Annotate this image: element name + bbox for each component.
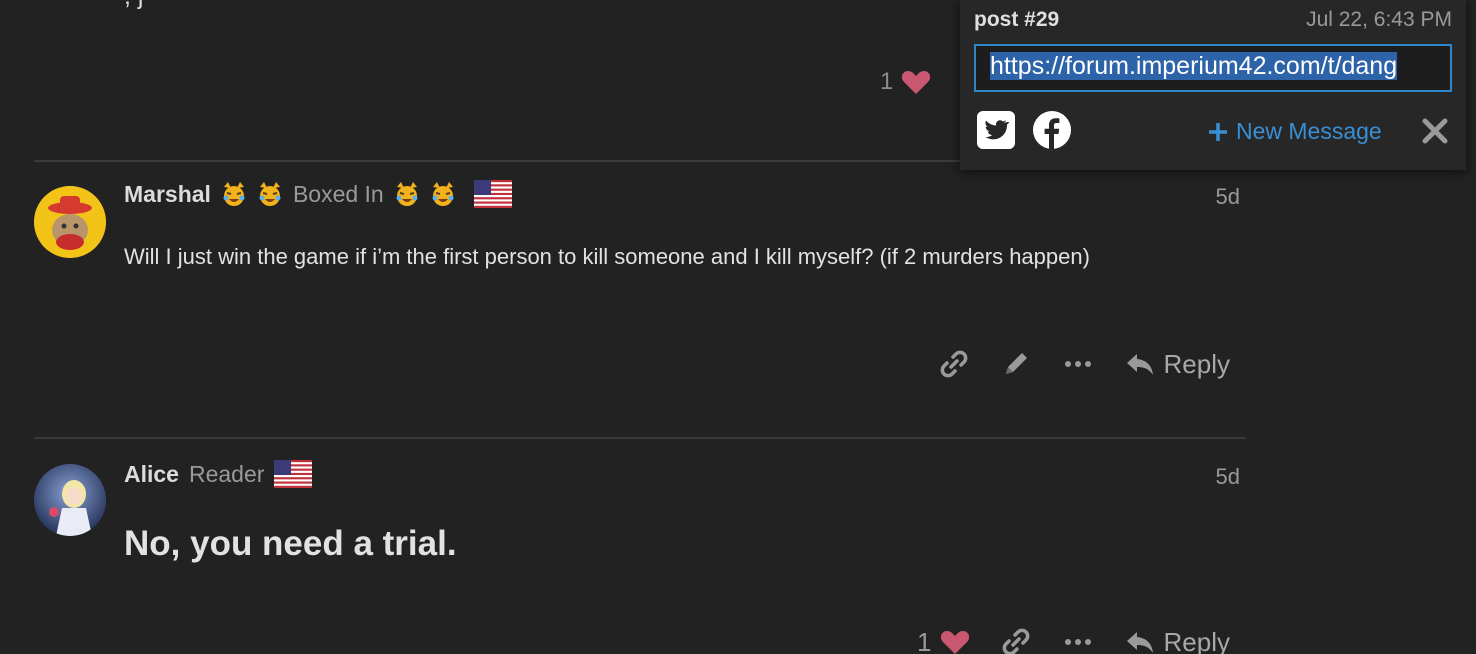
reply-label: Reply bbox=[1163, 626, 1230, 654]
like-count: 1 bbox=[880, 68, 894, 95]
new-message-button[interactable]: New Message bbox=[1208, 118, 1382, 145]
share-popup-title: post #29 bbox=[974, 8, 1060, 31]
username[interactable]: Alice bbox=[124, 461, 179, 488]
laughing-cat-emoji-icon bbox=[396, 182, 418, 206]
avatar[interactable] bbox=[34, 186, 106, 258]
cat-cowboy-avatar-image bbox=[34, 186, 106, 258]
pencil-edit-icon[interactable] bbox=[1000, 348, 1032, 380]
reply-arrow-icon bbox=[1126, 354, 1153, 375]
heart-icon bbox=[940, 631, 969, 654]
post-meta: Marshal Boxed In bbox=[124, 180, 512, 208]
share-url-input[interactable]: https://forum.imperium42.com/t/dang bbox=[974, 44, 1452, 92]
anime-character-avatar-image bbox=[34, 464, 106, 536]
post-actions: Reply bbox=[938, 348, 1230, 380]
more-options-icon[interactable] bbox=[1062, 348, 1094, 380]
post-date[interactable]: 5d bbox=[1216, 184, 1240, 210]
us-flag-icon bbox=[473, 180, 512, 208]
plus-icon bbox=[1209, 122, 1227, 141]
post-alice: Alice Reader 5d No, you need a trial. 1 bbox=[34, 456, 1246, 654]
twitter-icon[interactable] bbox=[976, 110, 1016, 150]
us-flag-icon bbox=[274, 460, 313, 488]
link-icon[interactable] bbox=[938, 348, 970, 380]
post-marshal: Marshal Boxed In 5d Will I just win the … bbox=[34, 176, 1246, 436]
link-icon[interactable] bbox=[1000, 626, 1032, 654]
share-url-text: https://forum.imperium42.com/t/dang bbox=[990, 52, 1398, 80]
forum-page: , j 1 Marshal bbox=[0, 0, 1476, 654]
post-meta: Alice Reader bbox=[124, 460, 313, 488]
facebook-icon[interactable] bbox=[1032, 110, 1072, 150]
new-message-label: New Message bbox=[1236, 118, 1382, 144]
like-button[interactable]: 1 bbox=[917, 627, 969, 654]
post-body: Will I just win the game if i’m the firs… bbox=[124, 244, 1090, 269]
post-divider bbox=[34, 437, 1246, 439]
close-icon[interactable] bbox=[1420, 116, 1450, 146]
like-count: 1 bbox=[917, 626, 932, 654]
laughing-cat-emoji-icon bbox=[223, 182, 245, 206]
reply-button[interactable]: Reply bbox=[1124, 348, 1230, 380]
avatar[interactable] bbox=[34, 464, 106, 536]
previous-post-like-button[interactable]: 1 bbox=[880, 68, 931, 96]
reply-arrow-icon bbox=[1126, 632, 1153, 653]
previous-post-text: , j bbox=[124, 0, 143, 11]
post-date[interactable]: 5d bbox=[1216, 464, 1240, 490]
reply-button[interactable]: Reply bbox=[1124, 626, 1230, 654]
share-social-buttons bbox=[976, 110, 1072, 150]
laughing-cat-emoji-icon bbox=[432, 182, 454, 206]
username[interactable]: Marshal bbox=[124, 181, 211, 208]
heart-icon bbox=[902, 71, 931, 94]
reply-label: Reply bbox=[1163, 348, 1230, 379]
share-popup-date: Jul 22, 6:43 PM bbox=[1306, 8, 1452, 31]
more-options-icon[interactable] bbox=[1062, 626, 1094, 654]
laughing-cat-emoji-icon bbox=[259, 182, 281, 206]
user-title: Boxed In bbox=[292, 180, 384, 207]
post-actions: 1 Reply bbox=[917, 626, 1230, 654]
user-title: Reader bbox=[188, 460, 265, 487]
share-popup: post #29 Jul 22, 6:43 PM https://forum.i… bbox=[960, 0, 1466, 170]
post-body: No, you need a trial. bbox=[124, 524, 457, 563]
